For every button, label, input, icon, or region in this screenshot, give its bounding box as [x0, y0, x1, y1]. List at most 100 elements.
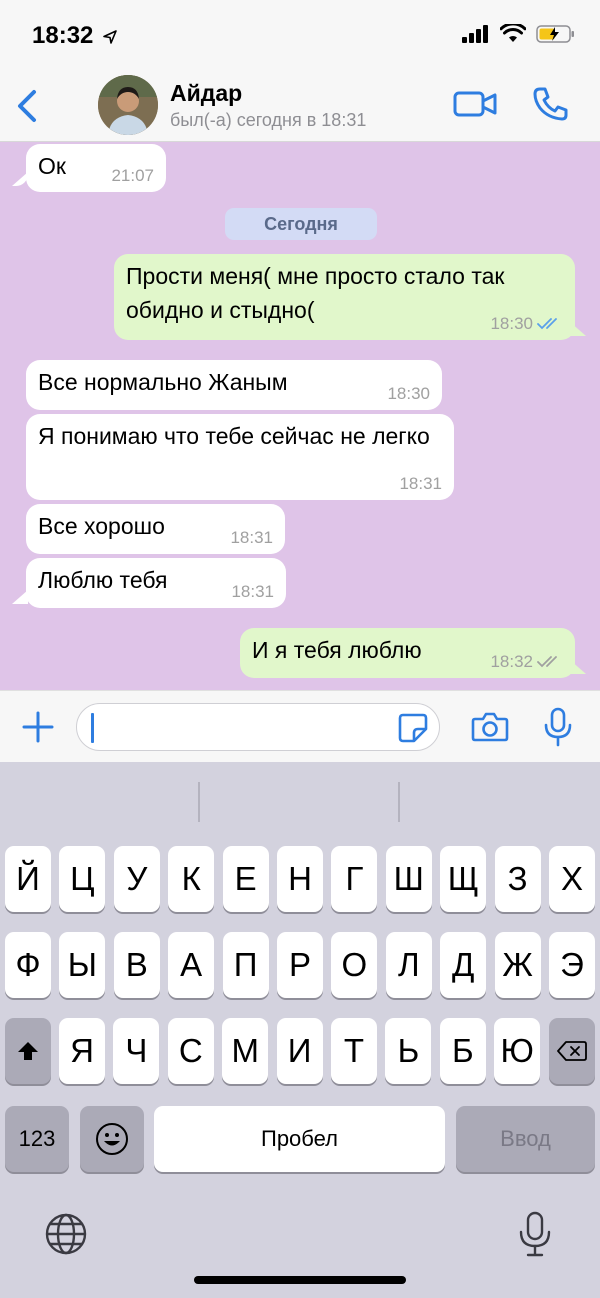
message-text: Все хорошо: [38, 513, 165, 539]
key-7[interactable]: Г: [331, 846, 378, 912]
battery-charging-icon: [536, 25, 574, 43]
key-1[interactable]: Я: [59, 1018, 105, 1084]
message-time: 21:07: [111, 166, 154, 185]
attach-button[interactable]: [18, 705, 58, 749]
message-time: 18:32: [490, 652, 563, 672]
shift-arrow-icon: [18, 1042, 38, 1060]
cellular-signal-icon: [462, 25, 488, 43]
chat-header: Айдар был(-а) сегодня в 18:31: [0, 72, 600, 142]
chevron-left-icon: [18, 90, 36, 122]
emoji-key[interactable]: [80, 1106, 144, 1172]
key-3[interactable]: В: [113, 932, 160, 998]
message-bubble-incoming[interactable]: Я понимаю что тебе сейчас не легко 18:31: [26, 414, 454, 500]
key-9[interactable]: Щ: [440, 846, 487, 912]
message-time: 18:31: [399, 474, 442, 493]
key-6[interactable]: Н: [277, 846, 323, 912]
key-10[interactable]: Ж: [494, 932, 541, 998]
key-7[interactable]: О: [331, 932, 378, 998]
sticker-icon: [398, 713, 428, 743]
text-caret: [91, 713, 94, 743]
message-text: Все нормально Жаным: [38, 369, 288, 395]
key-8[interactable]: Ш: [385, 846, 432, 912]
home-indicator[interactable]: [194, 1276, 406, 1284]
globe-icon: [45, 1213, 87, 1255]
chat-messages-area[interactable]: Ок 21:07 Сегодня Прости меня( мне просто…: [0, 142, 600, 690]
back-button[interactable]: [10, 84, 46, 128]
space-key[interactable]: Пробел: [154, 1106, 445, 1172]
contact-last-seen: был(-а) сегодня в 18:31: [170, 110, 367, 130]
key-9[interactable]: Ю: [494, 1018, 541, 1084]
key-2[interactable]: Ы: [59, 932, 106, 998]
plus-icon: [22, 711, 54, 743]
key-1[interactable]: Ф: [5, 932, 51, 998]
wifi-icon: [500, 24, 526, 42]
camera-icon: [471, 712, 509, 742]
status-bar: 18:32: [0, 0, 600, 72]
key-3[interactable]: У: [113, 846, 160, 912]
phone-icon: [533, 87, 568, 121]
suggestion-divider: [398, 782, 400, 822]
globe-keyboard-switch-button[interactable]: [44, 1212, 88, 1256]
message-bubble-incoming[interactable]: Ок 21:07: [26, 144, 166, 192]
dictation-button[interactable]: [516, 1210, 554, 1260]
message-input-bar: [0, 690, 600, 762]
return-key-label: Ввод: [500, 1126, 551, 1151]
key-11[interactable]: Х: [549, 846, 595, 912]
message-bubble-outgoing[interactable]: Прости меня( мне просто стало так обидно…: [114, 254, 575, 340]
key-4[interactable]: К: [168, 846, 215, 912]
backspace-key[interactable]: [549, 1018, 595, 1084]
camera-button[interactable]: [470, 707, 510, 747]
message-input[interactable]: [76, 703, 440, 751]
key-2[interactable]: Ц: [59, 846, 106, 912]
key-4[interactable]: А: [168, 932, 215, 998]
message-bubble-incoming[interactable]: Все нормально Жаным 18:30: [26, 360, 442, 410]
key-8[interactable]: Б: [439, 1018, 486, 1084]
key-3[interactable]: С: [167, 1018, 214, 1084]
key-8[interactable]: Л: [385, 932, 432, 998]
key-5[interactable]: И: [276, 1018, 323, 1084]
key-6[interactable]: Р: [277, 932, 323, 998]
sticker-button[interactable]: [397, 712, 429, 744]
key-1[interactable]: Й: [5, 846, 51, 912]
key-5[interactable]: П: [222, 932, 269, 998]
status-time: 18:32: [32, 22, 118, 50]
status-indicators: [462, 24, 576, 44]
message-text: Я понимаю что тебе сейчас не легко: [38, 423, 430, 449]
return-key[interactable]: Ввод: [456, 1106, 595, 1172]
message-time: 18:30: [490, 314, 563, 334]
contact-avatar[interactable]: [98, 75, 158, 135]
voice-message-button[interactable]: [540, 705, 576, 749]
contact-name[interactable]: Айдар: [170, 80, 242, 107]
microphone-icon: [544, 707, 572, 747]
double-check-read-icon: [537, 318, 557, 330]
key-11[interactable]: Э: [549, 932, 595, 998]
key-7[interactable]: Ь: [385, 1018, 432, 1084]
message-text: И я тебя люблю: [252, 637, 422, 663]
video-camera-icon: [453, 91, 497, 117]
suggestion-divider: [198, 782, 200, 822]
message-text: Люблю тебя: [38, 567, 168, 593]
key-5[interactable]: Е: [222, 846, 269, 912]
message-time: 18:31: [230, 528, 273, 547]
keyboard: ЙЦУКЕНГШЩЗХ ФЫВАПРОЛДЖЭ ЯЧСМИТЬБЮ 123 Пр…: [0, 762, 600, 1298]
key-4[interactable]: М: [222, 1018, 269, 1084]
shift-key[interactable]: [5, 1018, 51, 1084]
key-2[interactable]: Ч: [113, 1018, 160, 1084]
key-6[interactable]: Т: [331, 1018, 377, 1084]
emoji-smiley-icon: [96, 1123, 128, 1155]
message-time: 18:31: [231, 582, 274, 601]
voice-call-button[interactable]: [530, 84, 570, 124]
microphone-icon: [519, 1211, 551, 1257]
message-bubble-outgoing[interactable]: И я тебя люблю 18:32: [240, 628, 575, 678]
video-call-button[interactable]: [452, 86, 498, 122]
message-text: Прости меня( мне просто стало так обидно…: [126, 263, 505, 323]
message-bubble-incoming[interactable]: Люблю тебя 18:31: [26, 558, 286, 608]
key-10[interactable]: З: [494, 846, 541, 912]
key-9[interactable]: Д: [440, 932, 487, 998]
message-text: Ок: [38, 153, 66, 179]
backspace-icon: [557, 1041, 587, 1061]
avatar-photo: [98, 75, 158, 135]
message-time: 18:30: [387, 384, 430, 403]
numbers-key[interactable]: 123: [5, 1106, 69, 1172]
message-bubble-incoming[interactable]: Все хорошо 18:31: [26, 504, 285, 554]
